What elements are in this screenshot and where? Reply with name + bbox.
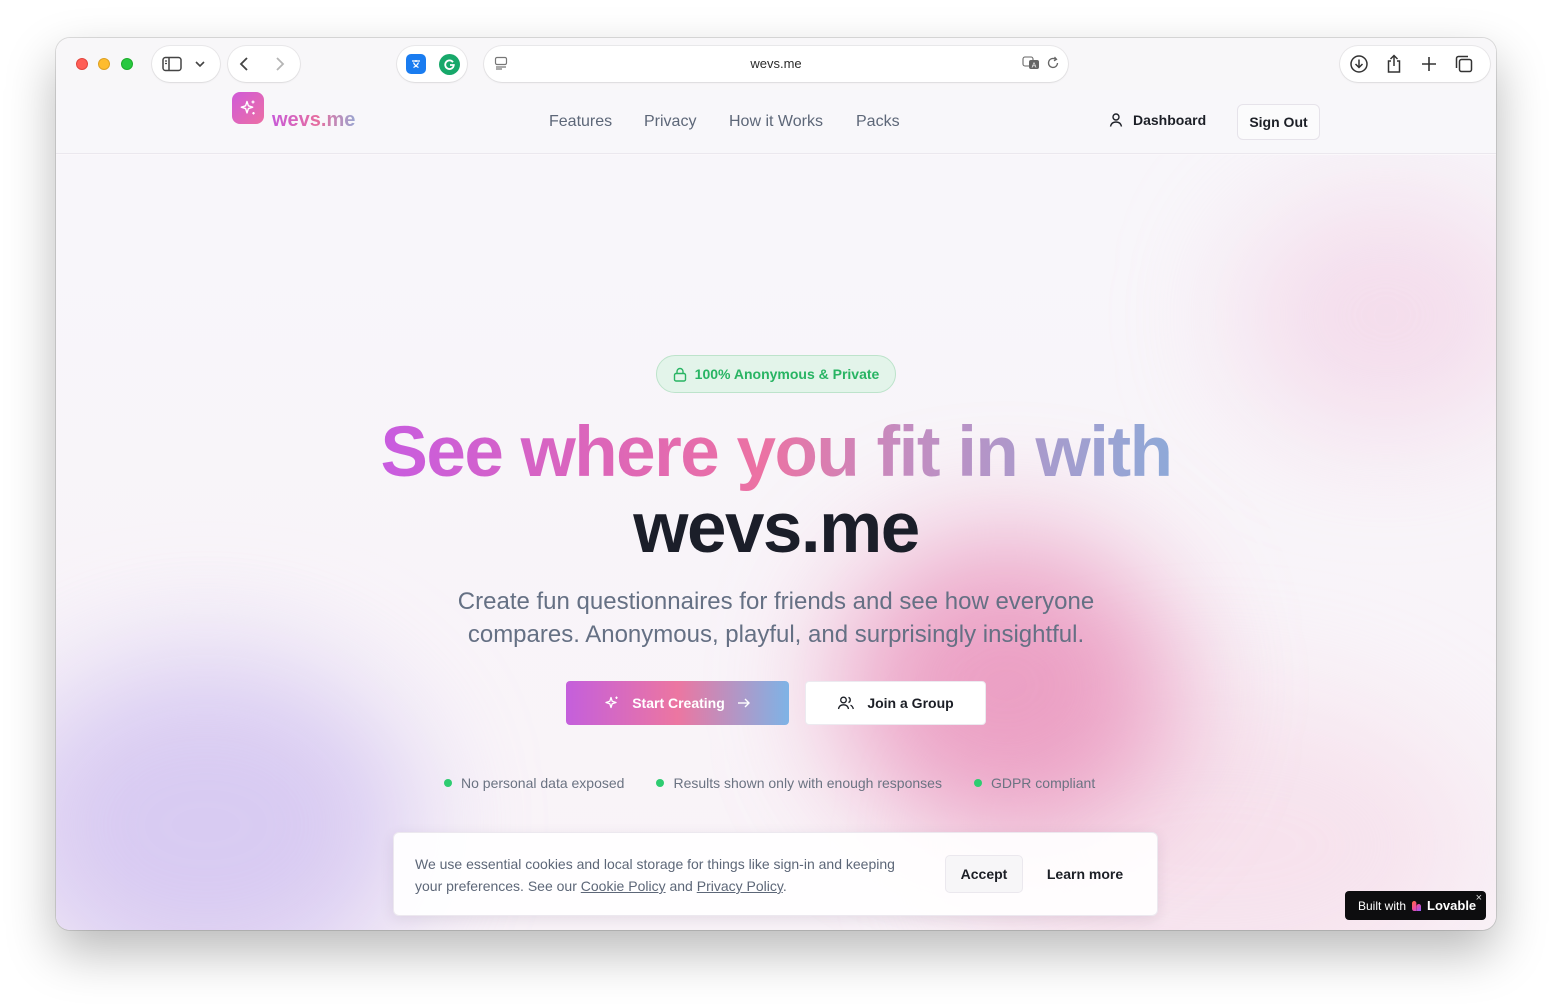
cookie-and-text: and [669,878,693,894]
address-bar[interactable]: wevs.me A [484,46,1068,82]
brand-name[interactable]: wevs.me [272,109,355,132]
sidebar-icon[interactable] [162,56,182,72]
join-group-button[interactable]: Join a Group [805,681,986,725]
feature-item: GDPR compliant [973,775,1096,791]
feature-item: No personal data exposed [444,775,624,791]
cookie-banner: We use essential cookies and local stora… [393,832,1158,916]
cookie-message: We use essential cookies and local stora… [415,853,925,897]
status-dot [973,779,982,787]
logo-icon[interactable] [232,92,264,124]
history-controls [228,46,300,82]
built-with-lovable-badge[interactable]: Built with Lovable × [1345,891,1486,920]
tab-overview-icon[interactable] [1455,55,1473,73]
browser-toolbar: wevs.me A [56,38,1496,90]
lock-icon [673,367,687,382]
chevron-down-icon[interactable] [194,59,206,69]
background-blob [1236,195,1496,435]
arrow-right-icon [737,697,751,709]
browser-window: wevs.me A wevs.me Features Privacy How i… [56,38,1496,930]
feature-label: Results shown only with enough responses [673,775,942,791]
translate-extension-icon[interactable] [406,54,426,74]
zoom-window-button[interactable] [121,58,133,70]
reload-icon[interactable] [1046,56,1060,70]
nav-link-privacy[interactable]: Privacy [644,113,696,131]
built-with-text: Built with [1358,898,1407,913]
lovable-brand: Lovable [1427,898,1477,913]
feature-label: No personal data exposed [461,775,625,791]
url-text: wevs.me [750,56,802,71]
share-icon[interactable] [1385,54,1403,74]
back-icon[interactable] [238,56,252,72]
join-group-label: Join a Group [867,695,954,711]
privacy-badge: 100% Anonymous & Private [656,355,896,393]
close-window-button[interactable] [76,58,88,70]
start-creating-label: Start Creating [632,695,725,711]
learn-more-button[interactable]: Learn more [1037,855,1133,893]
translate-page-icon[interactable]: A [1022,56,1040,70]
toolbar-actions [1340,46,1490,82]
cookie-policy-link[interactable]: Cookie Policy [581,878,666,894]
hero-subtitle: Create fun questionnaires for friends an… [457,588,1095,648]
dashboard-label: Dashboard [1133,112,1207,128]
feature-label: GDPR compliant [990,775,1096,791]
status-dot [656,779,665,787]
grammarly-extension-icon[interactable] [439,53,460,75]
hero-title-gradient-text: See where you fit in with [380,413,1173,492]
hero-title-line-2: wevs.me [633,489,920,568]
nav-link-packs[interactable]: Packs [856,113,900,131]
accept-cookies-button[interactable]: Accept [945,855,1023,893]
background-blob [56,655,416,930]
nav-link-features[interactable]: Features [549,113,612,131]
new-tab-icon[interactable] [1421,56,1437,72]
privacy-policy-link[interactable]: Privacy Policy [697,878,783,894]
user-icon [1108,112,1124,128]
dashboard-button[interactable]: Dashboard [1108,112,1206,128]
extensions-group [397,46,467,82]
cookie-period: . [782,878,787,894]
start-creating-button[interactable]: Start Creating [566,681,789,725]
nav-link-how-it-works[interactable]: How it Works [729,113,823,131]
lovable-heart-icon [1411,900,1422,911]
svg-text:A: A [1032,62,1037,70]
hero-section: 100% Anonymous & Private See where you f… [56,155,1496,930]
download-icon[interactable] [1349,54,1369,74]
sidebar-control [152,46,220,82]
sparkles-icon [604,695,620,711]
forward-icon[interactable] [272,56,286,72]
users-icon [837,695,855,711]
close-badge-button[interactable]: × [1476,892,1482,904]
feature-list: No personal data exposed Results shown o… [444,775,1095,791]
hero-title-line-1: See where you fit in with [56,411,1496,495]
minimize-window-button[interactable] [98,58,110,70]
privacy-badge-label: 100% Anonymous & Private [694,366,880,382]
status-dot [444,779,452,787]
sign-out-button[interactable]: Sign Out [1237,104,1320,140]
feature-item: Results shown only with enough responses [656,775,942,791]
